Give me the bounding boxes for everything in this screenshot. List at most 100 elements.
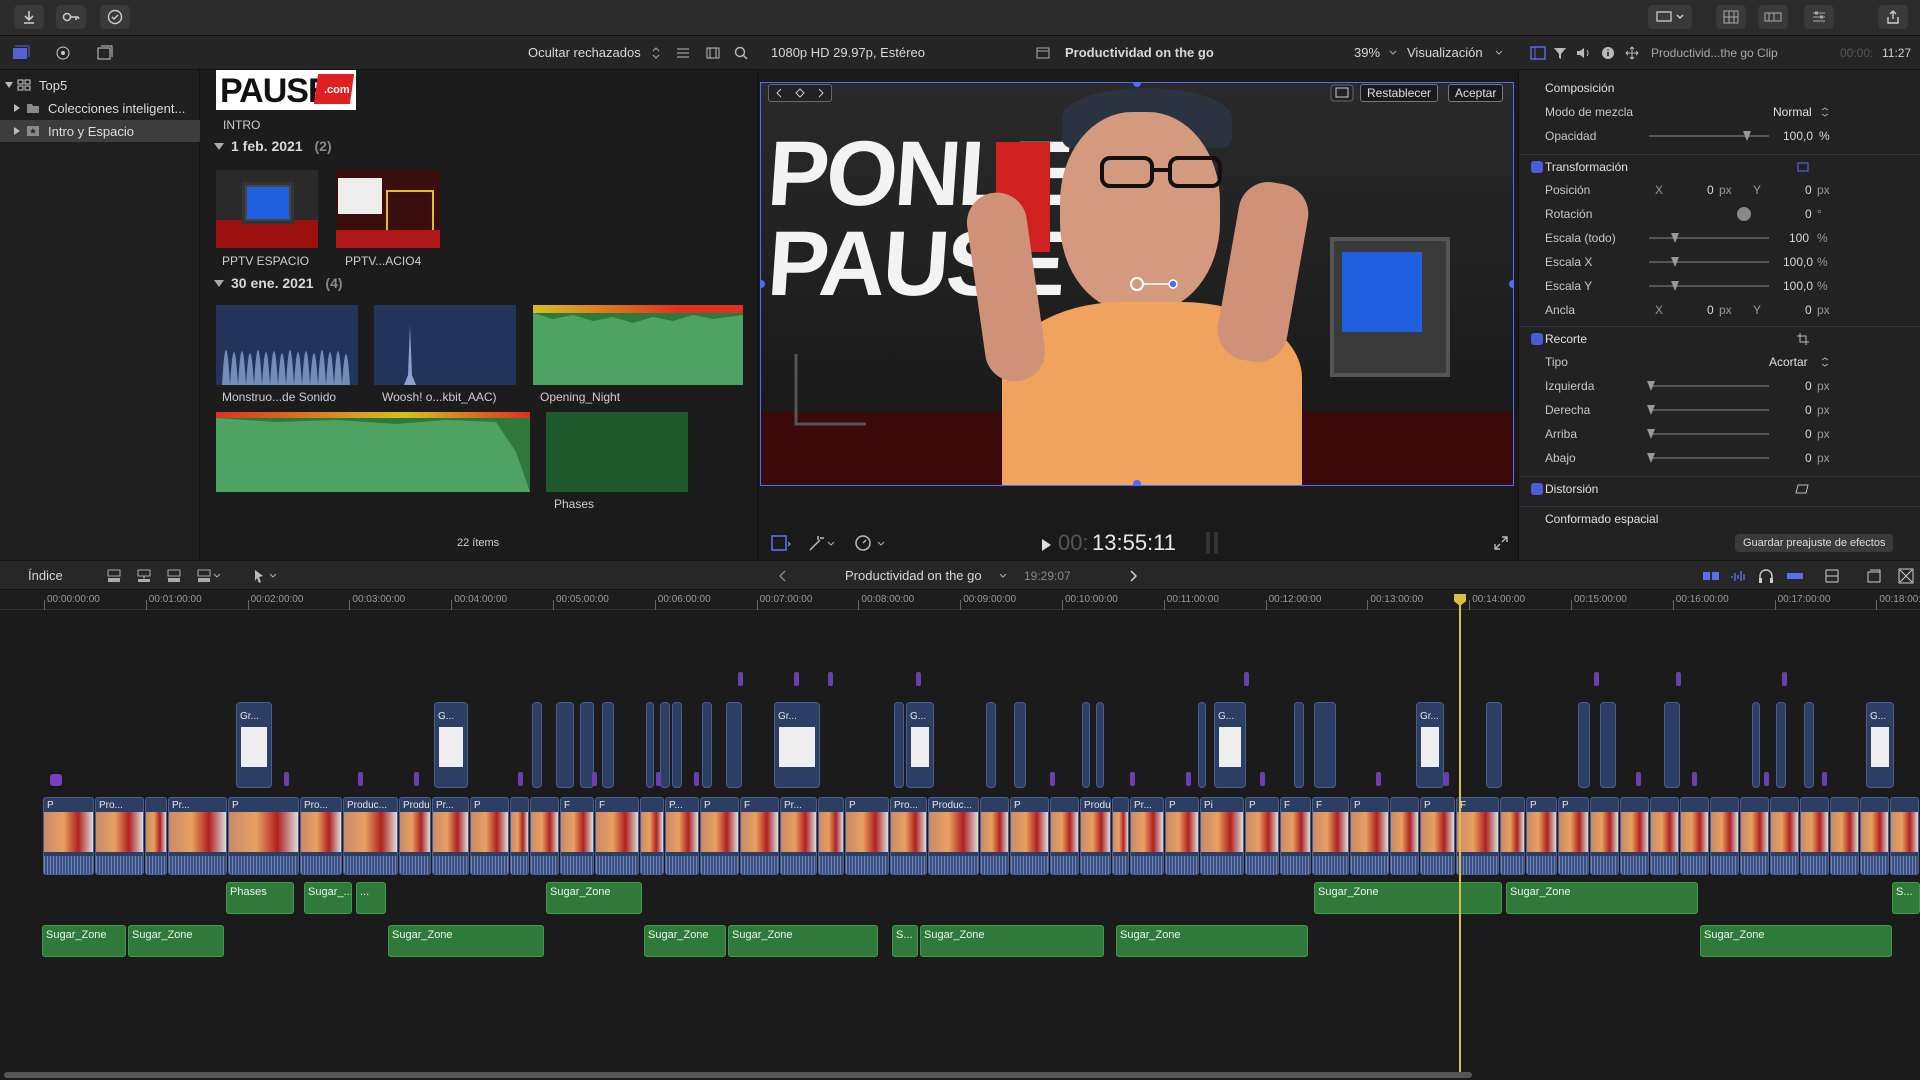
storyline-clip[interactable]: P [700,797,739,875]
connected-clip[interactable] [894,702,904,788]
marker-icon[interactable] [656,772,661,786]
append-clip-icon[interactable] [166,568,182,584]
storyline-clip[interactable]: F [740,797,779,875]
storyline-clip[interactable] [818,797,844,875]
photos-music-icon[interactable] [54,45,72,61]
connected-clip[interactable]: Gr... [774,702,820,788]
connected-clip[interactable] [1486,702,1502,788]
marker-icon[interactable] [1260,772,1265,786]
audio-clip[interactable]: Sugar_Zone [1116,925,1308,957]
connected-clip[interactable]: G... [906,702,934,788]
connected-clip[interactable] [1578,702,1590,788]
storyline-clip[interactable] [1390,797,1419,875]
storyline-clip[interactable]: Pr... [780,797,817,875]
storyline-clip[interactable] [145,797,167,875]
next-keyframe-icon[interactable] [817,88,825,98]
connected-clip[interactable] [986,702,996,788]
transform-overlay[interactable] [760,82,1514,486]
connected-clip[interactable]: G... [1214,702,1246,788]
snapping-icon[interactable] [1786,569,1804,583]
sidebar-item-event[interactable]: Intro y Espacio [0,120,200,142]
headphones-icon[interactable] [1758,568,1774,584]
storyline-clip[interactable]: P [470,797,509,875]
audio-clip[interactable]: Sugar_Zone [1700,925,1892,957]
connected-clip[interactable] [1314,702,1336,788]
storyline-clip[interactable] [1890,797,1919,875]
blend-mode-select[interactable]: Normal [1773,105,1812,119]
storyline-clip[interactable]: P [1526,797,1557,875]
import-button[interactable] [14,5,44,29]
connected-clip[interactable]: Gr... [236,702,272,788]
section-spatial-conform[interactable]: Conformado espacial [1545,512,1658,526]
storyline-clip[interactable] [1800,797,1829,875]
storyline-clip[interactable] [980,797,1009,875]
storyline-clip[interactable] [530,797,559,875]
titles-generators-icon[interactable] [96,45,114,61]
connected-clip[interactable] [726,702,742,788]
play-icon[interactable] [1040,538,1052,552]
scale-y-slider[interactable] [1649,285,1769,287]
index-button[interactable]: Índice [28,568,63,583]
crop-bottom-slider[interactable] [1649,457,1769,459]
crop-type-select[interactable]: Acortar [1769,355,1808,369]
marker-icon[interactable] [518,772,523,786]
section-distort[interactable]: Distorsión [1545,482,1598,496]
connected-clip[interactable] [556,702,574,788]
scale-x-value[interactable]: 100,0 [1783,255,1813,269]
storyline-clip[interactable]: P [1420,797,1455,875]
audio-clip[interactable]: S... [1892,882,1920,914]
position-x-value[interactable]: 0 [1707,183,1714,197]
storyline-clip[interactable] [1740,797,1769,875]
scale-x-slider[interactable] [1649,261,1769,263]
marker-icon[interactable] [738,672,743,686]
crop-checkbox[interactable] [1531,332,1543,345]
timeline-project-menu[interactable]: Productividad on the go [845,568,982,583]
connected-clip[interactable] [602,702,614,788]
distort-icon[interactable] [1795,484,1809,494]
audio-clip[interactable]: Sugar_Zone [644,925,726,957]
connected-clip[interactable] [1198,702,1206,788]
playhead[interactable] [1459,594,1461,1078]
transform-icon[interactable] [1624,46,1640,60]
storyline-clip[interactable]: P [1245,797,1279,875]
storyline-clip[interactable]: Pi [1200,797,1244,875]
marker-icon[interactable] [1782,672,1787,686]
connected-clip[interactable]: G... [1866,702,1894,788]
marker-icon[interactable] [794,672,799,686]
storyline-clip[interactable]: P [1350,797,1389,875]
marker-icon[interactable] [694,772,699,786]
crop-icon[interactable] [1797,333,1809,345]
audio-clip[interactable]: Sugar_Zone [1506,882,1698,914]
disclosure-open-icon[interactable] [214,143,224,151]
nav-back-icon[interactable] [778,570,786,582]
enhance-tool-icon[interactable] [808,534,836,552]
storyline-clip[interactable] [1830,797,1859,875]
storyline-clip[interactable]: F [1456,797,1499,875]
timeline-scrollbar[interactable] [4,1072,1472,1078]
disclosure-closed-icon[interactable] [14,127,20,135]
insert-clip-icon[interactable] [136,568,152,584]
prev-keyframe-icon[interactable] [775,88,783,98]
storyline-clip[interactable] [510,797,529,875]
marker-icon[interactable] [358,772,363,786]
storyline-clip[interactable]: Produc... [928,797,979,875]
storyline-clip[interactable]: P [1010,797,1049,875]
crop-bottom-value[interactable]: 0 [1805,451,1812,465]
audio-inspector-icon[interactable] [1576,46,1592,60]
anchor-y-value[interactable]: 0 [1805,303,1812,317]
connected-clip[interactable] [1776,702,1786,788]
connected-clip[interactable] [1752,702,1760,788]
filter-inspector-icon[interactable] [1553,46,1567,60]
disclosure-closed-icon[interactable] [14,104,20,112]
scale-all-value[interactable]: 100 [1789,231,1809,245]
storyline-clip[interactable] [1710,797,1739,875]
storyline-clip[interactable]: F [595,797,639,875]
storyline-clip[interactable]: Produc... [1080,797,1111,875]
marker-icon[interactable] [1444,772,1449,786]
connected-clip[interactable]: G... [434,702,468,788]
connected-clip[interactable] [1294,702,1304,788]
storyline-clip[interactable]: P [43,797,94,875]
section-transform[interactable]: Transformación [1545,160,1628,174]
audio-clip[interactable]: Sugar_Zone [42,925,126,957]
audio-clip[interactable]: ... [356,882,386,914]
